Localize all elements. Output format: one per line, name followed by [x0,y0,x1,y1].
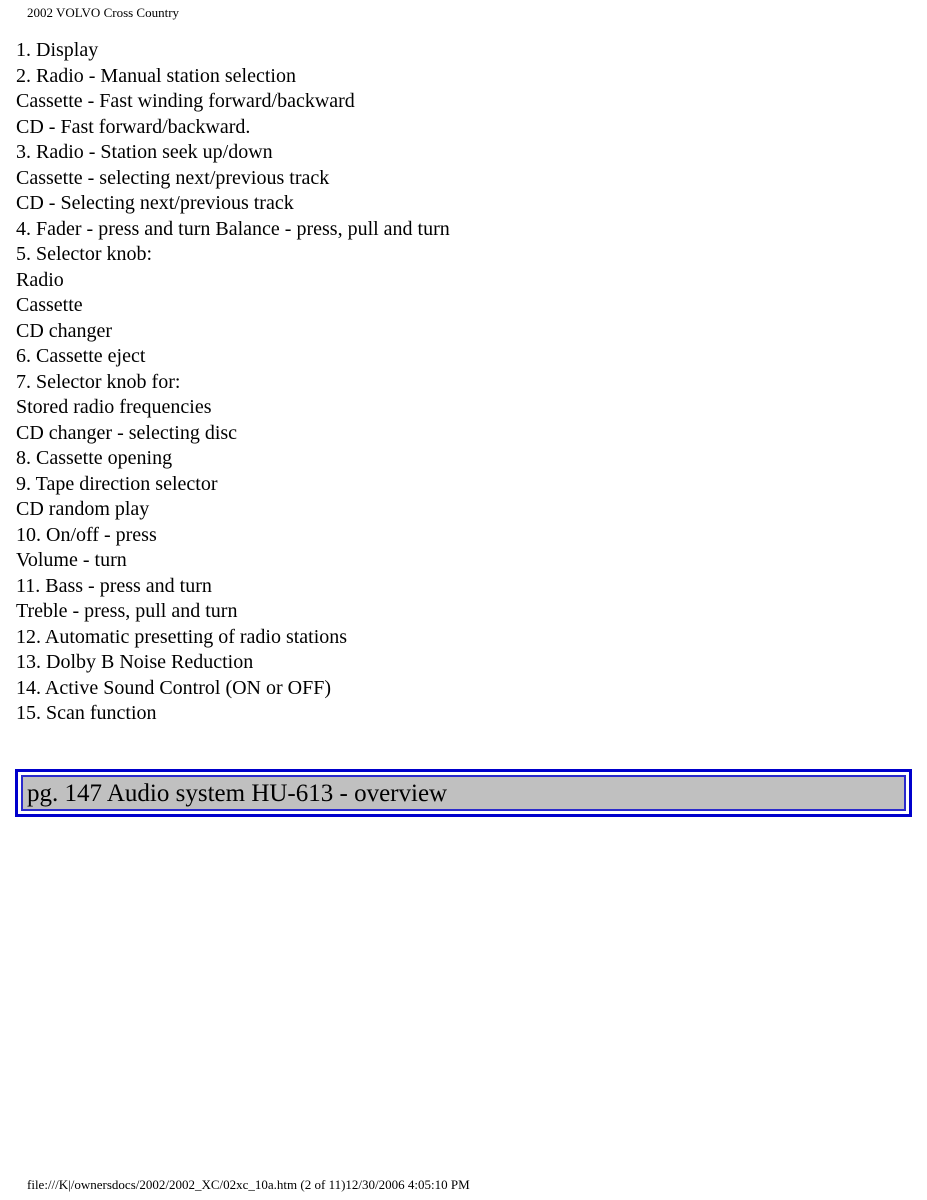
legend-line: 4. Fader - press and turn Balance - pres… [16,217,450,240]
legend-line: 6. Cassette eject [16,345,146,367]
legend-line: Radio [16,268,64,291]
legend-line: 7. Selector knob for: [16,370,181,393]
legend-line: CD random play [16,498,150,520]
legend-line: 13. Dolby B Noise Reduction [16,651,254,673]
legend-line: 3. Radio - Station seek up/down [16,141,273,163]
legend-line: CD - Fast forward/backward. [16,115,251,138]
legend-line: 9. Tape direction selector [16,472,218,495]
page-header-title: 2002 VOLVO Cross Country [27,5,180,20]
legend-line: CD changer - selecting disc [16,421,238,444]
legend-list: 1. Display 2. Radio - Manual station sel… [16,38,450,727]
legend-line: Cassette - Fast winding forward/backward [16,90,355,112]
legend-line: 10. On/off - press [16,523,157,546]
legend-line: Volume - turn [16,549,127,571]
legend-line: 15. Scan function [16,702,157,724]
legend-line: CD changer [16,319,113,342]
legend-line: 14. Active Sound Control (ON or OFF) [16,676,331,699]
legend-line: 8. Cassette opening [16,447,173,469]
legend-line: 1. Display [16,39,99,61]
legend-line: 2. Radio - Manual station selection [16,64,296,87]
legend-line: 11. Bass - press and turn [16,574,212,597]
legend-line: 5. Selector knob: [16,243,153,265]
page-link-audio-system-overview[interactable]: pg. 147 Audio system HU-613 - overview [21,775,906,811]
legend-line: Stored radio frequencies [16,396,212,418]
legend-line: Treble - press, pull and turn [16,600,238,622]
legend-line: Cassette [16,294,83,316]
page-footer-url: file:///K|/ownersdocs/2002/2002_XC/02xc_… [27,1177,470,1192]
legend-line: Cassette - selecting next/previous track [16,166,330,189]
legend-line: 12. Automatic presetting of radio statio… [16,625,348,648]
page-navigation-box: pg. 147 Audio system HU-613 - overview [15,769,912,817]
legend-line: CD - Selecting next/previous track [16,192,294,214]
